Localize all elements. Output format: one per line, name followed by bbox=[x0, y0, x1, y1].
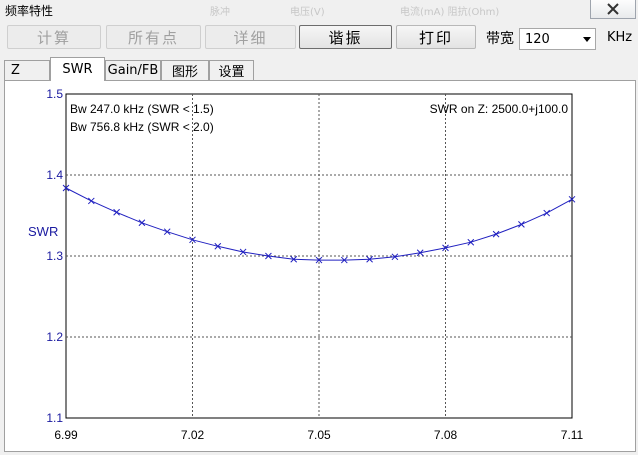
bandwidth-annotation-2: Bw 756.8 kHz (SWR < 2.0) bbox=[70, 120, 214, 134]
x-tick-label: 7.05 bbox=[307, 428, 331, 442]
y-tick-label: 1.2 bbox=[46, 330, 63, 344]
x-tick-label: 7.08 bbox=[434, 428, 458, 442]
y-axis-label: SWR bbox=[28, 224, 58, 239]
y-tick-label: 1.3 bbox=[46, 249, 63, 263]
x-tick-labels: 6.99 7.02 7.05 7.08 7.11 bbox=[54, 428, 583, 442]
swr-impedance-annotation: SWR on Z: 2500.0+j100.0 bbox=[430, 102, 569, 116]
y-tick-label: 1.4 bbox=[46, 168, 63, 182]
x-tick-label: 7.02 bbox=[181, 428, 205, 442]
tab-swr[interactable]: SWR bbox=[50, 57, 105, 81]
y-tick-label: 1.1 bbox=[46, 411, 63, 425]
y-tick-labels: 1.5 1.4 1.3 1.2 1.1 bbox=[46, 87, 63, 425]
x-tick-label: 6.99 bbox=[54, 428, 78, 442]
x-tick-label: 7.11 bbox=[561, 428, 584, 442]
bandwidth-annotation-1: Bw 247.0 kHz (SWR < 1.5) bbox=[70, 102, 214, 116]
y-tick-label: 1.5 bbox=[46, 87, 63, 101]
